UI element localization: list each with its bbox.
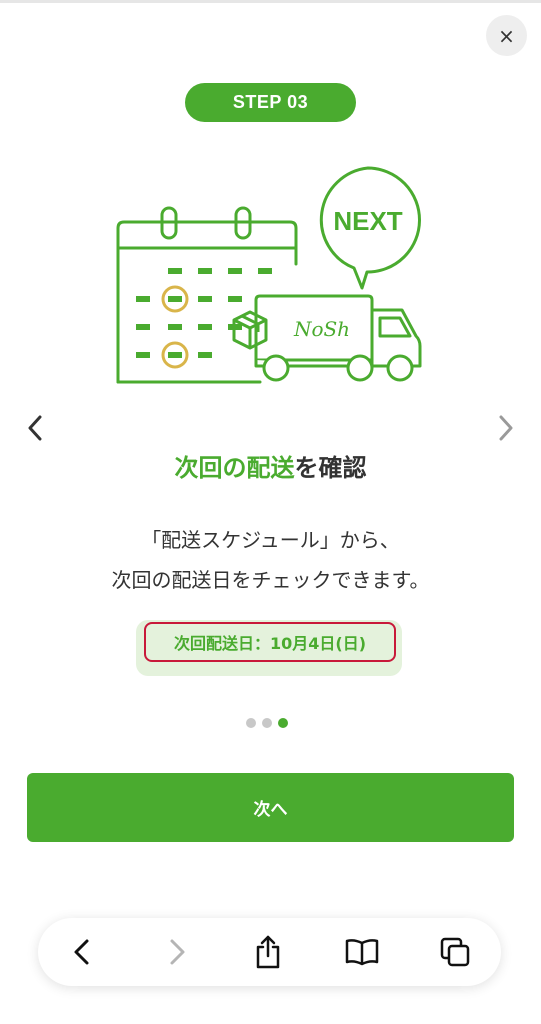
share-icon bbox=[256, 935, 280, 969]
bookmarks-icon bbox=[345, 939, 379, 966]
next-speech-bubble: NEXT bbox=[319, 166, 421, 290]
svg-text:NoSh: NoSh bbox=[293, 317, 350, 341]
description-line-1: 「配送スケジュール」から、 bbox=[141, 528, 400, 552]
slide-pager bbox=[246, 718, 288, 728]
top-divider bbox=[0, 0, 541, 3]
step-badge: STEP 03 bbox=[185, 83, 356, 122]
browser-tabs-button[interactable] bbox=[435, 932, 475, 972]
chevron-left-icon bbox=[28, 415, 42, 441]
back-icon bbox=[74, 939, 89, 965]
pager-dot[interactable] bbox=[246, 718, 256, 728]
next-button[interactable]: 次へ bbox=[27, 773, 514, 842]
tabs-icon bbox=[440, 937, 470, 967]
browser-bookmarks-button[interactable] bbox=[342, 932, 382, 972]
forward-icon bbox=[170, 939, 185, 965]
close-button[interactable]: × bbox=[486, 15, 527, 56]
onboarding-modal: × STEP 03 NEXT NoSh 次回の配送を確認 「配送スケジュール」か… bbox=[0, 0, 541, 1024]
description-line-2: 次回の配送日をチェックできます。 bbox=[111, 568, 430, 592]
slide-title-accent: 次回の配送 bbox=[174, 454, 295, 482]
chevron-right-icon bbox=[499, 415, 513, 441]
browser-toolbar bbox=[38, 918, 501, 986]
pager-dot[interactable] bbox=[262, 718, 272, 728]
previous-slide-button[interactable] bbox=[20, 410, 50, 446]
browser-forward-button[interactable] bbox=[157, 932, 197, 972]
next-slide-button[interactable] bbox=[491, 410, 521, 446]
browser-share-button[interactable] bbox=[248, 932, 288, 972]
close-icon: × bbox=[498, 23, 515, 48]
slide-title-rest: を確認 bbox=[294, 454, 367, 482]
browser-back-button[interactable] bbox=[62, 932, 102, 972]
pager-dot-active[interactable] bbox=[278, 718, 288, 728]
next-delivery-date: 次回配送日：10月4日(日) bbox=[144, 622, 396, 662]
delivery-calendar-illustration: NEXT NoSh bbox=[116, 166, 422, 384]
slide-title: 次回の配送を確認 bbox=[0, 448, 541, 483]
svg-text:NEXT: NEXT bbox=[333, 206, 402, 236]
